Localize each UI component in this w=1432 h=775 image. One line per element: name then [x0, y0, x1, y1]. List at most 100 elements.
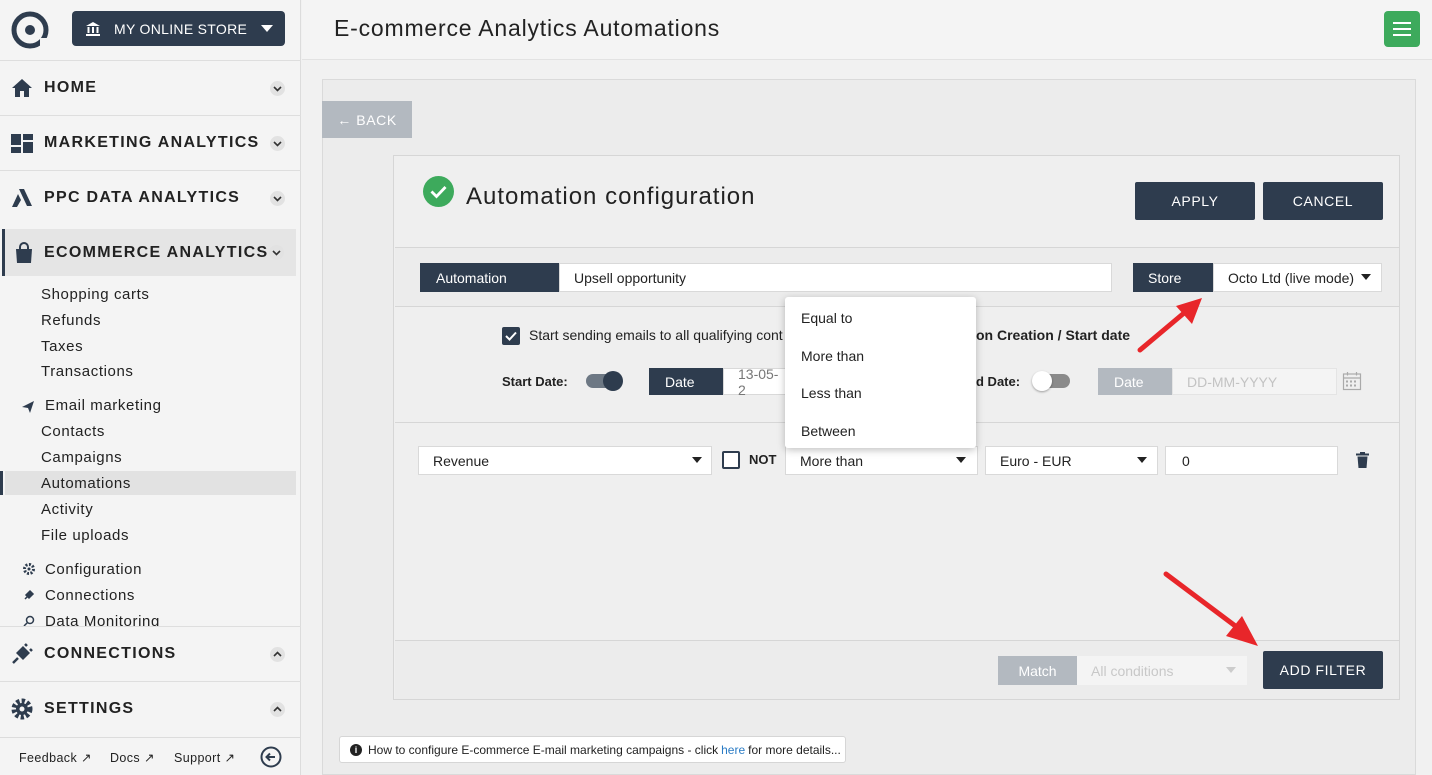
home-icon: [12, 79, 32, 97]
top-header: E-commerce Analytics Automations: [302, 0, 1432, 60]
apply-button[interactable]: APPLY: [1135, 182, 1255, 220]
start-date-tag: Date: [649, 368, 723, 395]
sidebar-section-connections[interactable]: CONNECTIONS: [0, 626, 301, 681]
end-date-toggle[interactable]: [1032, 371, 1070, 391]
metric-select[interactable]: Revenue: [418, 446, 712, 475]
annotation-arrow-icon: [1163, 571, 1258, 646]
dashboard-icon: [11, 134, 33, 153]
store-select-value: Octo Ltd (live mode): [1228, 269, 1355, 286]
sidebar-item-shopping-carts[interactable]: Shopping carts: [41, 286, 149, 303]
check-circle-icon: [423, 176, 454, 207]
sidebar-section-ecommerce-analytics[interactable]: ECOMMERCE ANALYTICS: [2, 229, 296, 276]
chevron-down-icon: [269, 245, 284, 260]
chevron-down-icon: [270, 80, 285, 96]
sidebar-section-ppc-data-analytics[interactable]: PPC DATA ANALYTICS: [0, 170, 301, 225]
data-monitoring-clip: Data Monitoring: [0, 608, 301, 626]
end-date-input[interactable]: DD-MM-YYYY: [1172, 368, 1337, 395]
caret-down-icon: [692, 457, 702, 463]
operator-option-equal-to[interactable]: Equal to: [801, 310, 852, 326]
add-filter-button[interactable]: ADD FILTER: [1263, 651, 1383, 689]
sidebar-section-settings[interactable]: SETTINGS: [0, 681, 301, 736]
support-link[interactable]: Support ↗: [174, 750, 235, 765]
info-text: How to configure E-commerce E-mail marke…: [368, 742, 719, 757]
active-item-indicator: [0, 471, 3, 495]
sidebar-item-activity[interactable]: Activity: [41, 501, 93, 518]
chevron-up-icon: [270, 701, 285, 717]
hamburger-menu-button[interactable]: [1384, 11, 1420, 47]
sidebar-footer: Feedback ↗ Docs ↗ Support ↗: [0, 737, 301, 775]
sidebar-section-home[interactable]: HOME: [0, 60, 301, 115]
gear-icon: [11, 698, 33, 720]
cancel-button[interactable]: CANCEL: [1263, 182, 1383, 220]
docs-link[interactable]: Docs ↗: [110, 750, 155, 765]
back-button[interactable]: ← BACK: [322, 101, 412, 138]
sidebar-item-refunds[interactable]: Refunds: [41, 312, 101, 329]
calendar-icon[interactable]: [1342, 371, 1362, 391]
operator-select[interactable]: More than: [785, 446, 978, 475]
not-checkbox[interactable]: [722, 451, 740, 469]
sidebar-item-configuration[interactable]: Configuration: [45, 561, 142, 578]
send-emails-text: Start sending emails to all qualifying c…: [529, 327, 783, 343]
chevron-up-icon: [270, 646, 285, 662]
store-selector-label: MY ONLINE STORE: [114, 20, 248, 37]
sidebar-item-campaigns[interactable]: Campaigns: [41, 449, 122, 466]
operator-select-value: More than: [800, 452, 864, 469]
start-date-input[interactable]: 13-05-2: [723, 366, 785, 398]
sidebar-item-file-uploads[interactable]: File uploads: [41, 527, 129, 544]
currency-select[interactable]: Euro - EUR: [985, 446, 1158, 475]
gear-icon: [23, 563, 35, 575]
menu-line: [1393, 28, 1411, 30]
sidebar-item-connections[interactable]: Connections: [45, 587, 135, 604]
caret-down-icon: [956, 457, 966, 463]
sidebar-section-label: ECOMMERCE ANALYTICS: [44, 243, 269, 261]
sidebar-section-label: HOME: [44, 79, 98, 96]
help-link[interactable]: here: [721, 743, 745, 757]
store-label: Store: [1133, 263, 1213, 292]
sidebar-section-label: CONNECTIONS: [44, 645, 177, 662]
caret-down-icon: [1137, 457, 1147, 463]
send-emails-text-continued: on Creation / Start date: [976, 327, 1131, 343]
collapse-sidebar-icon[interactable]: [260, 746, 282, 768]
sidebar-item-email-marketing[interactable]: Email marketing: [45, 397, 162, 414]
match-select-value: All conditions: [1091, 662, 1174, 679]
info-text-end: for more details...: [748, 742, 841, 757]
operator-dropdown-menu: Equal to More than Less than Between: [785, 297, 976, 448]
caret-down-icon: [1226, 667, 1236, 673]
start-date-toggle[interactable]: [586, 371, 623, 391]
toggle-knob: [603, 371, 623, 391]
sidebar-section-marketing-analytics[interactable]: MARKETING ANALYTICS: [0, 115, 301, 170]
sidebar: MY ONLINE STORE HOME MARKETING ANALYTICS…: [0, 0, 301, 775]
sidebar-item-taxes[interactable]: Taxes: [41, 338, 83, 355]
operator-option-between[interactable]: Between: [801, 423, 855, 439]
end-date-label: d Date:: [976, 374, 1021, 389]
match-select[interactable]: All conditions: [1077, 656, 1247, 685]
sidebar-item-data-monitoring[interactable]: Data Monitoring: [45, 613, 160, 626]
metric-select-value: Revenue: [433, 452, 490, 469]
end-date-tag: Date: [1098, 368, 1172, 395]
page-title: E-commerce Analytics Automations: [334, 15, 721, 41]
caret-down-icon: [261, 25, 273, 32]
automation-label: Automation: [420, 263, 559, 292]
sidebar-item-transactions[interactable]: Transactions: [41, 363, 134, 380]
chevron-down-icon: [270, 190, 285, 206]
trash-icon[interactable]: [1356, 452, 1369, 468]
automation-name-input[interactable]: Upsell opportunity: [559, 263, 1112, 292]
caret-down-icon: [1361, 274, 1371, 280]
sidebar-section-label: PPC DATA ANALYTICS: [44, 189, 241, 206]
store-selector[interactable]: MY ONLINE STORE: [72, 11, 285, 46]
app-logo-icon[interactable]: [10, 10, 50, 50]
config-title: Automation configuration: [466, 183, 756, 210]
currency-select-value: Euro - EUR: [1000, 452, 1072, 469]
help-info-bar: i How to configure E-commerce E-mail mar…: [339, 736, 846, 763]
filter-value-input[interactable]: 0: [1165, 446, 1338, 475]
plug-icon: [12, 643, 33, 664]
sidebar-item-contacts[interactable]: Contacts: [41, 423, 105, 440]
operator-option-more-than[interactable]: More than: [801, 348, 864, 364]
match-label: Match: [998, 656, 1077, 685]
operator-option-less-than[interactable]: Less than: [801, 385, 862, 401]
send-emails-checkbox[interactable]: [502, 327, 520, 345]
start-date-label: Start Date:: [502, 374, 568, 389]
sidebar-item-automations[interactable]: Automations: [41, 475, 131, 492]
store-select[interactable]: Octo Ltd (live mode): [1213, 263, 1382, 292]
feedback-link[interactable]: Feedback ↗: [19, 750, 92, 765]
